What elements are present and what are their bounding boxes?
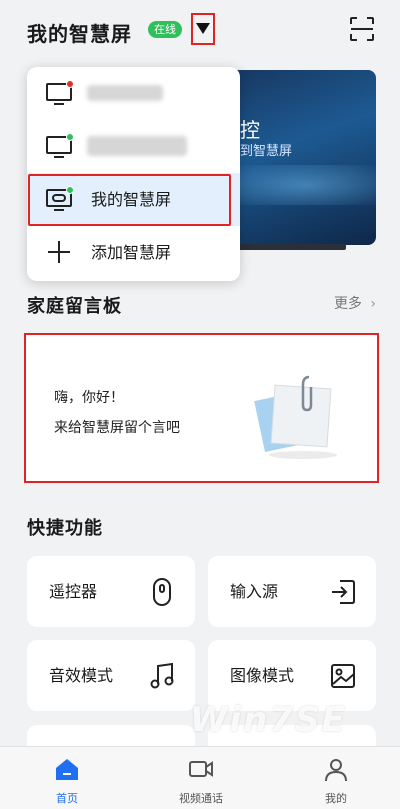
tv-screen-glow xyxy=(230,165,376,205)
message-greeting: 嗨，你好！ xyxy=(54,390,124,406)
message-board-card[interactable]: 嗨，你好！ 来给智慧屏留个言吧 xyxy=(24,333,379,483)
page-title: 我的智慧屏 xyxy=(27,22,132,46)
input-source-icon xyxy=(332,580,355,604)
status-badge: 在线 xyxy=(148,21,182,38)
message-board-title: 家庭留言板 xyxy=(27,296,122,317)
add-screen-label: 添加智慧屏 xyxy=(91,243,172,262)
shortcut-label: 输入源 xyxy=(230,582,279,601)
video-call-icon xyxy=(189,761,213,777)
shortcut-label: 遥控器 xyxy=(49,582,98,601)
scan-button[interactable] xyxy=(349,16,375,42)
image-icon xyxy=(331,664,355,688)
remote-control-card[interactable]: 遥控器 xyxy=(27,556,195,627)
shortcut-label: 音效模式 xyxy=(49,666,114,685)
home-icon xyxy=(56,759,78,780)
music-note-icon xyxy=(150,662,174,689)
tv-icon xyxy=(46,80,73,105)
bottom-nav: 首页 视频通话 我的 xyxy=(0,746,400,809)
device-name-redacted xyxy=(87,136,187,156)
input-source-card[interactable]: 输入源 xyxy=(208,556,376,627)
tv-preview-subtext: 到智慧屏 xyxy=(240,144,293,159)
tab-home-label: 首页 xyxy=(56,792,78,805)
more-link[interactable]: 更多 › xyxy=(334,293,376,313)
plus-icon xyxy=(48,241,70,263)
tv-icon xyxy=(46,133,73,158)
device-menu-item-2[interactable] xyxy=(27,120,240,173)
chevron-right-icon: › xyxy=(370,296,376,312)
scan-icon xyxy=(350,17,374,41)
annotation-highlight-frame xyxy=(28,174,231,226)
device-menu: 我的智慧屏 添加智慧屏 xyxy=(27,67,240,281)
add-screen-menu-item[interactable]: 添加智慧屏 xyxy=(27,226,240,279)
device-name-redacted xyxy=(87,85,163,101)
message-prompt: 来给智慧屏留个言吧 xyxy=(54,420,180,436)
remote-icon xyxy=(153,578,171,606)
sound-mode-card[interactable]: 音效模式 xyxy=(27,640,195,711)
shortcuts-title: 快捷功能 xyxy=(27,518,103,539)
tab-video-call-label: 视频通话 xyxy=(179,792,223,805)
tab-profile-label: 我的 xyxy=(325,792,347,805)
tv-preview-text: 控 xyxy=(240,118,260,142)
tab-home[interactable]: 首页 xyxy=(27,747,107,809)
app-header: 我的智慧屏 在线 xyxy=(0,0,400,60)
tv-stand xyxy=(236,244,346,250)
more-link-label: 更多 xyxy=(333,296,362,312)
tab-profile[interactable]: 我的 xyxy=(296,747,376,809)
tab-video-call[interactable]: 视频通话 xyxy=(161,747,241,809)
profile-icon xyxy=(325,759,347,782)
triangle-down-icon xyxy=(196,23,210,34)
device-dropdown-button[interactable] xyxy=(191,13,215,45)
sticky-note-icon xyxy=(254,375,337,459)
watermark-logo: Win7SE xyxy=(190,700,347,740)
device-menu-item-1[interactable] xyxy=(27,67,240,120)
